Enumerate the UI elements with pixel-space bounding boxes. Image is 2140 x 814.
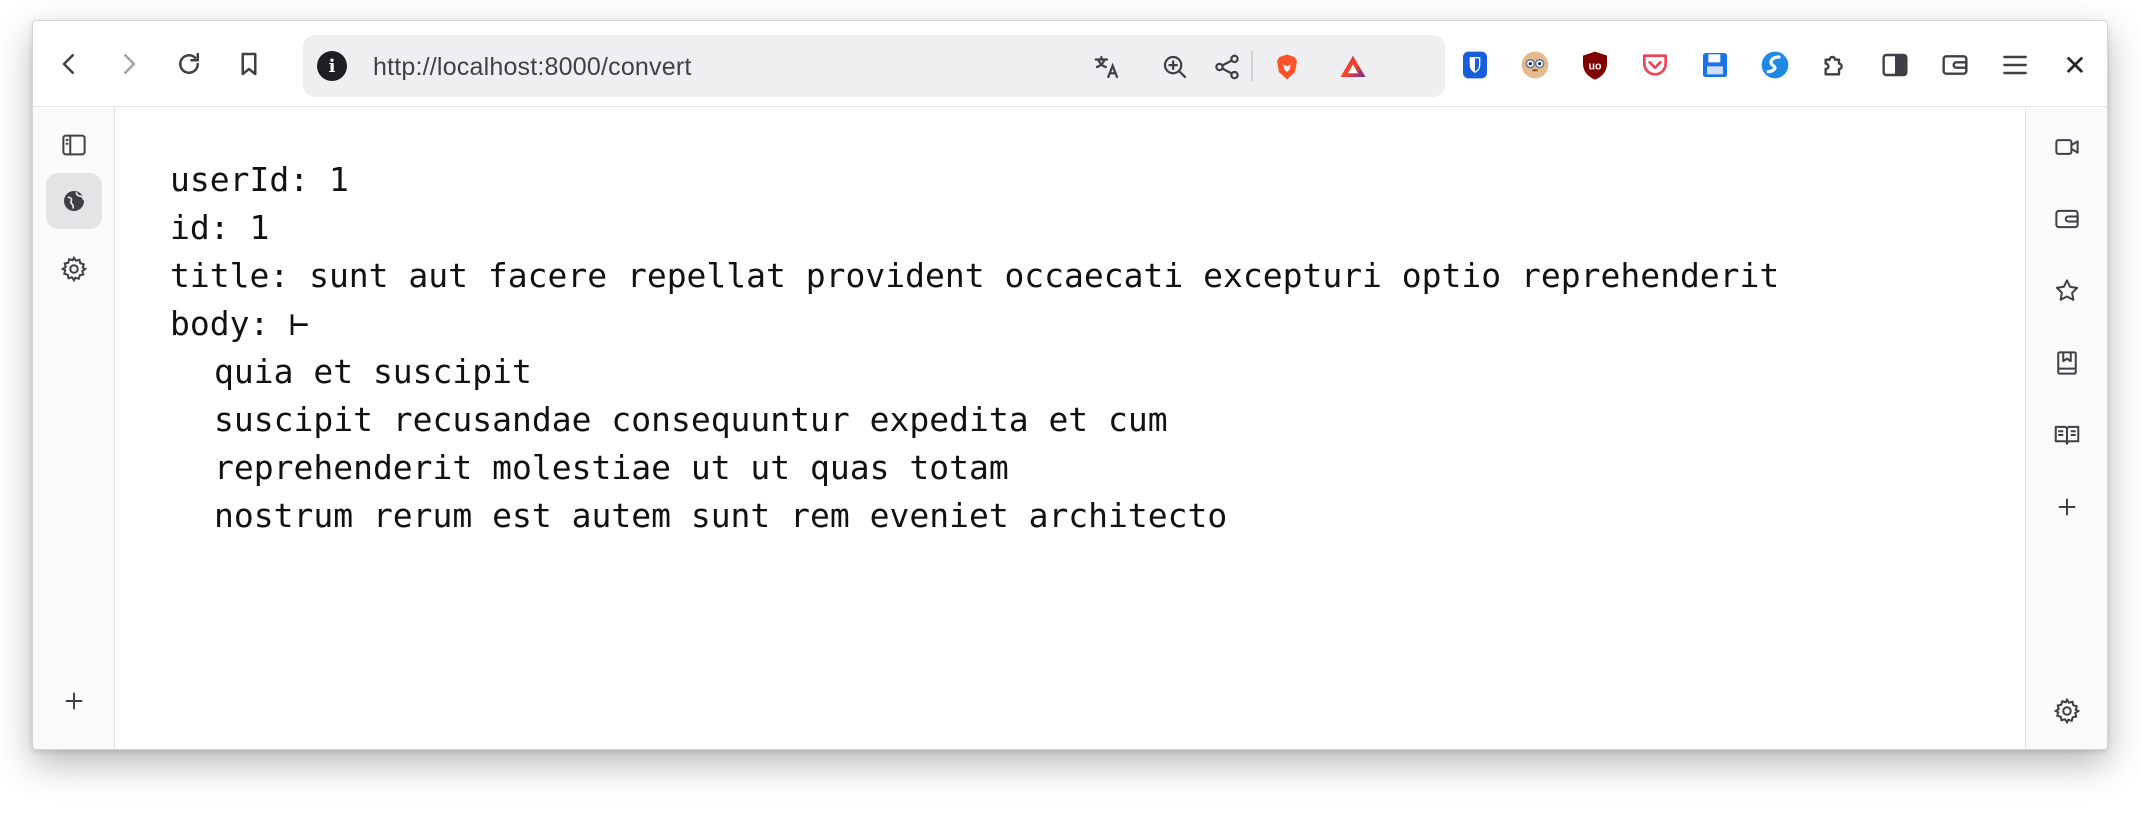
plus-icon: [2058, 498, 2076, 516]
page-content: userId: 1 id: 1 title: sunt aut facere r…: [116, 108, 2026, 749]
svg-text:uo: uo: [1588, 61, 1602, 73]
reader-panel-button[interactable]: [2039, 407, 2095, 463]
gear-icon: [60, 255, 88, 283]
sidebar-settings-button[interactable]: [2039, 683, 2095, 739]
pocket-icon: [1643, 54, 1667, 76]
sidebar-panel-icon: [62, 134, 86, 156]
body-line: quia et suscipit: [214, 352, 532, 391]
translate-icon: [1094, 55, 1119, 79]
sidebar-toggle-button[interactable]: [1877, 47, 1913, 83]
settings-button[interactable]: [46, 241, 102, 297]
forward-icon: [124, 54, 136, 74]
ublock-origin-extension[interactable]: uo: [1577, 47, 1613, 83]
left-sidebar: [33, 107, 115, 749]
url-text[interactable]: http://localhost:8000/convert: [373, 53, 692, 82]
hamburger-menu-icon: [2003, 55, 2027, 75]
reading-list-panel-button[interactable]: [2039, 335, 2095, 391]
owl-face-icon: [1521, 51, 1549, 79]
video-camera-icon: [2055, 139, 2079, 155]
open-book-icon: [2054, 425, 2080, 445]
gear-icon: [2053, 697, 2081, 725]
site-info-icon[interactable]: i: [317, 51, 347, 81]
reload-button[interactable]: [169, 44, 209, 84]
content-line-title: title: sunt aut facere repellat providen…: [170, 256, 1780, 295]
save-extension[interactable]: [1697, 47, 1733, 83]
brave-lion-icon: [1277, 54, 1297, 80]
octotree-extension[interactable]: [1517, 47, 1553, 83]
forward-button[interactable]: [109, 44, 149, 84]
plus-icon: [65, 692, 83, 710]
content-line-id: id: 1: [170, 208, 270, 247]
extensions-button[interactable]: [1817, 47, 1853, 83]
bookmark-book-icon: [2057, 351, 2077, 375]
brave-rewards-triangle-icon: [1340, 55, 1366, 77]
content-line-body-label: body: ⊢: [170, 304, 310, 343]
bookmark-button[interactable]: [229, 44, 269, 84]
bitwarden-shield-icon: [1463, 51, 1487, 79]
bookmarks-panel-button[interactable]: [2039, 263, 2095, 319]
body-line: reprehenderit molestiae ut ut quas totam: [214, 448, 1009, 487]
url-divider: [1251, 51, 1253, 81]
ublock-shield-icon: uo: [1583, 51, 1607, 80]
wallet-icon: [1942, 55, 1968, 75]
toggle-sidebar-button[interactable]: [46, 117, 102, 173]
sidebar-panel-icon: [1882, 53, 1908, 77]
brave-rewards-button[interactable]: [1337, 51, 1369, 83]
video-call-button[interactable]: [2039, 119, 2095, 175]
share-icon: [1215, 54, 1239, 80]
star-plus-icon: [2055, 279, 2079, 301]
bookmark-icon: [241, 52, 257, 76]
content-line-userid: userId: 1: [170, 160, 349, 199]
wallet-button[interactable]: [1937, 47, 1973, 83]
brave-shields-button[interactable]: [1271, 51, 1303, 83]
body-line: suscipit recusandae consequuntur expedit…: [214, 400, 1168, 439]
floppy-disk-icon: [1703, 53, 1727, 77]
translate-button[interactable]: [1091, 51, 1123, 83]
right-sidebar: [2025, 107, 2107, 749]
body-line: nostrum rerum est autem sunt rem eveniet…: [214, 496, 1228, 535]
globe-icon: [64, 191, 85, 211]
browser-window: i http://localhost:8000/convert uo ✕ use…: [32, 20, 2108, 750]
menu-button[interactable]: [1997, 47, 2033, 83]
reload-icon: [179, 52, 199, 74]
share-button[interactable]: [1211, 51, 1243, 83]
back-button[interactable]: [49, 44, 89, 84]
bitwarden-extension[interactable]: [1457, 47, 1493, 83]
wallet-panel-button[interactable]: [2039, 191, 2095, 247]
back-icon: [62, 54, 74, 74]
address-bar[interactable]: i http://localhost:8000/convert: [303, 35, 1445, 97]
zoom-in-icon: [1163, 55, 1187, 79]
blue-swirl-icon: [1761, 51, 1789, 79]
zoom-button[interactable]: [1159, 51, 1191, 83]
close-window-button[interactable]: ✕: [2057, 47, 2093, 83]
pocket-extension[interactable]: [1637, 47, 1673, 83]
wallet-icon: [2055, 209, 2079, 229]
web-panel-button[interactable]: [46, 173, 102, 229]
add-sidebar-item-button[interactable]: [2039, 479, 2095, 535]
puzzle-piece-icon: [1824, 55, 1843, 76]
add-panel-button[interactable]: [46, 673, 102, 729]
sync-extension[interactable]: [1757, 47, 1793, 83]
browser-toolbar: i http://localhost:8000/convert uo ✕: [33, 21, 2107, 107]
